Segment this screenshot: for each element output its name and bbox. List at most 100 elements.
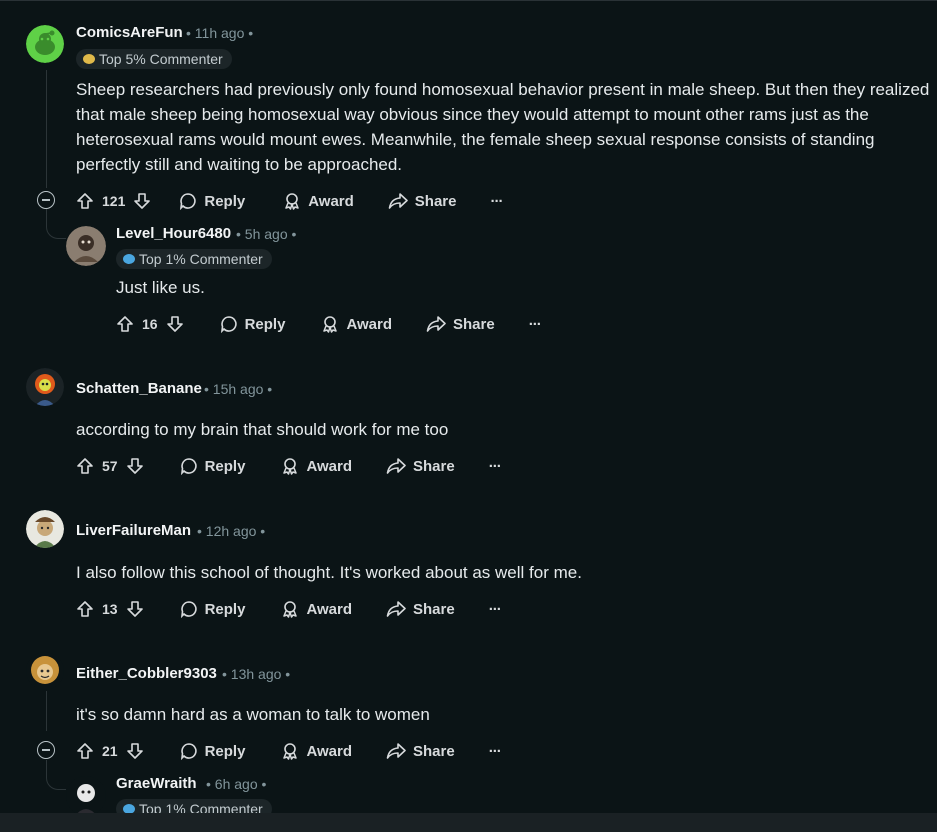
dot: • bbox=[261, 776, 267, 792]
reply-label: Reply bbox=[244, 315, 286, 333]
avatar[interactable] bbox=[66, 226, 106, 266]
avatar[interactable] bbox=[26, 25, 64, 63]
reply-button[interactable]: Reply bbox=[180, 457, 246, 475]
share-label: Share bbox=[413, 457, 455, 475]
timestamp: 5h ago bbox=[244, 226, 288, 242]
share-icon bbox=[386, 458, 406, 474]
comment-body: I also follow this school of thought. It… bbox=[76, 563, 582, 582]
vote-group: 16 bbox=[116, 315, 184, 333]
badge-label: Top 5% Commenter bbox=[99, 51, 223, 67]
comments-page: ComicsAreFun • 11h ago • Top 5% Commente… bbox=[0, 0, 937, 832]
award-button[interactable]: Award bbox=[321, 315, 392, 333]
comment-actions: 13 Reply Award Share ··· bbox=[76, 594, 502, 624]
collapse-thread-button[interactable] bbox=[37, 741, 55, 759]
reply-button[interactable]: Reply bbox=[179, 192, 245, 210]
more-options-button[interactable]: ··· bbox=[489, 601, 502, 618]
avatar[interactable] bbox=[26, 510, 64, 548]
share-label: Share bbox=[414, 192, 457, 210]
share-label: Share bbox=[453, 315, 495, 333]
comment-body: Just like us. bbox=[116, 278, 205, 297]
username[interactable]: Level_Hour6480 bbox=[116, 225, 231, 242]
comment-actions: 16 Reply Award Share ··· bbox=[116, 309, 542, 339]
vote-group: 57 bbox=[76, 457, 144, 475]
username[interactable]: Either_Cobbler9303 bbox=[76, 665, 217, 682]
username[interactable]: GraeWraith bbox=[116, 775, 197, 792]
upvote-icon[interactable] bbox=[76, 742, 94, 760]
share-button[interactable]: Share bbox=[386, 457, 455, 475]
commenter-badge: Top 1% Commenter bbox=[116, 249, 272, 269]
award-label: Award bbox=[306, 457, 353, 475]
downvote-icon[interactable] bbox=[133, 192, 151, 210]
username[interactable]: Schatten_Banane bbox=[76, 380, 202, 397]
reply-button[interactable]: Reply bbox=[180, 742, 245, 760]
reply-button[interactable]: Reply bbox=[220, 315, 286, 333]
dot: • bbox=[291, 226, 297, 242]
reply-label: Reply bbox=[204, 600, 246, 618]
share-button[interactable]: Share bbox=[386, 600, 455, 618]
award-icon bbox=[323, 316, 338, 333]
dot: • bbox=[206, 776, 211, 792]
vote-count: 16 bbox=[142, 316, 158, 332]
username[interactable]: LiverFailureMan bbox=[76, 522, 191, 539]
reply-label: Reply bbox=[204, 457, 246, 475]
timestamp: 6h ago bbox=[214, 776, 258, 792]
downvote-icon[interactable] bbox=[126, 457, 144, 475]
user-photo-avatar bbox=[66, 226, 106, 266]
award-label: Award bbox=[308, 192, 354, 210]
share-label: Share bbox=[413, 742, 455, 760]
share-button[interactable]: Share bbox=[386, 742, 455, 760]
timestamp: 12h ago bbox=[205, 523, 257, 539]
comment-time: • 11h ago • bbox=[186, 25, 253, 41]
award-icon bbox=[283, 601, 298, 618]
username[interactable]: ComicsAreFun bbox=[76, 24, 183, 41]
upvote-icon[interactable] bbox=[116, 315, 134, 333]
share-icon bbox=[386, 601, 406, 617]
comment-body: it's so damn hard as a woman to talk to … bbox=[76, 705, 430, 724]
snoo-avatar-hat bbox=[26, 510, 64, 548]
award-label: Award bbox=[346, 315, 393, 333]
comment-actions: 121 Reply Award Share ··· bbox=[76, 186, 504, 216]
share-icon bbox=[388, 193, 408, 209]
dot: • bbox=[197, 523, 202, 539]
downvote-icon[interactable] bbox=[126, 600, 144, 618]
avatar[interactable] bbox=[26, 652, 64, 690]
award-icon bbox=[283, 458, 298, 475]
thread-branch bbox=[46, 209, 66, 239]
more-options-button[interactable]: ··· bbox=[491, 193, 504, 210]
thread-line bbox=[46, 70, 47, 188]
share-button[interactable]: Share bbox=[426, 315, 495, 333]
comment-body: Sheep researchers had previously only fo… bbox=[76, 80, 930, 174]
more-options-button[interactable]: ··· bbox=[529, 316, 542, 333]
share-label: Share bbox=[413, 600, 455, 618]
upvote-icon[interactable] bbox=[76, 192, 94, 210]
collapse-thread-button[interactable] bbox=[37, 191, 55, 209]
snoo-avatar-orange bbox=[26, 368, 64, 406]
downvote-icon[interactable] bbox=[166, 315, 184, 333]
dot: • bbox=[260, 523, 266, 539]
vote-count: 57 bbox=[102, 458, 118, 474]
avatar[interactable] bbox=[26, 368, 64, 406]
thread-branch bbox=[46, 760, 66, 790]
timestamp: 11h ago bbox=[194, 25, 245, 41]
more-options-button[interactable]: ··· bbox=[489, 743, 502, 760]
vote-group: 21 bbox=[76, 742, 144, 760]
upvote-icon[interactable] bbox=[76, 600, 94, 618]
award-button[interactable]: Award bbox=[281, 742, 352, 760]
award-button[interactable]: Award bbox=[281, 600, 352, 618]
comment-actions: 21 Reply Award Share ··· bbox=[76, 736, 502, 766]
downvote-icon[interactable] bbox=[126, 742, 144, 760]
share-button[interactable]: Share bbox=[388, 192, 457, 210]
dot: • bbox=[267, 381, 273, 397]
share-icon bbox=[426, 316, 446, 332]
dot: • bbox=[248, 25, 254, 41]
award-icon bbox=[283, 743, 298, 760]
bottom-bar bbox=[0, 813, 937, 832]
vote-group: 13 bbox=[76, 600, 144, 618]
avatar[interactable] bbox=[66, 776, 106, 816]
reply-button[interactable]: Reply bbox=[180, 600, 246, 618]
award-button[interactable]: Award bbox=[281, 457, 352, 475]
award-button[interactable]: Award bbox=[283, 192, 354, 210]
dot: • bbox=[236, 226, 241, 242]
upvote-icon[interactable] bbox=[76, 457, 94, 475]
more-options-button[interactable]: ··· bbox=[489, 458, 502, 475]
